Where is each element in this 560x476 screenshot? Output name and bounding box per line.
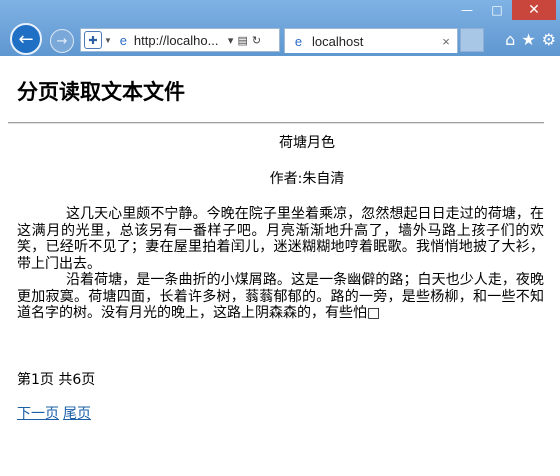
article-body: 这几天心里颇不宁静。今晚在院子里坐着乘凉，忽然想起日日走过的荷塘，在这满月的光里… <box>17 206 544 322</box>
article-author: 作者:朱自清 <box>269 171 345 187</box>
maximize-button[interactable]: □ <box>482 0 512 20</box>
paragraph: 沿着荷塘，是一条曲折的小煤屑路。这是一条幽僻的路；白天也少人走，夜晚更加寂寞。荷… <box>17 272 544 321</box>
address-bar[interactable]: ✚ ▼ e http://localho... ▾ ▤ ↻ <box>80 28 280 52</box>
close-button[interactable]: ✕ <box>512 0 556 20</box>
titlebar: — □ ✕ ← → ✚ ▼ e http://localho... ▾ ▤ ↻ … <box>0 0 560 56</box>
page-icon: e <box>119 32 128 48</box>
chevron-down-icon[interactable]: ▼ <box>104 36 112 45</box>
tab-title: localhost <box>312 33 364 49</box>
page-content: 分页读取文本文件 荷塘月色 作者:朱自清 这几天心里颇不宁静。今晚在院子里坐着乘… <box>0 56 560 476</box>
toolbar-icons: ⌂ ★ ⚙ <box>505 30 556 49</box>
forward-button[interactable]: → <box>50 29 74 53</box>
new-tab-button[interactable] <box>460 28 484 52</box>
back-arrow-icon: ← <box>18 28 34 50</box>
shield-icon[interactable]: ✚ <box>84 31 102 49</box>
minimize-button[interactable]: — <box>452 0 482 20</box>
dropdown-icon[interactable]: ▾ <box>228 34 234 47</box>
gear-icon[interactable]: ⚙ <box>542 30 556 49</box>
home-icon[interactable]: ⌂ <box>505 30 515 49</box>
pagination-info: 第1页 共6页 <box>17 372 96 388</box>
url-text[interactable]: http://localho... <box>134 33 226 48</box>
back-button[interactable]: ← <box>10 23 42 55</box>
forward-arrow-icon: → <box>56 33 68 49</box>
tab-close-icon[interactable]: × <box>437 34 455 49</box>
article-title: 荷塘月色 <box>279 135 335 151</box>
page-icon: e <box>294 33 303 49</box>
star-icon[interactable]: ★ <box>521 30 535 49</box>
refresh-icon[interactable]: ↻ <box>252 34 261 47</box>
window-controls: — □ ✕ <box>452 0 556 21</box>
address-tools: ▾ ▤ ↻ <box>228 34 261 47</box>
browser-window: — □ ✕ ← → ✚ ▼ e http://localho... ▾ ▤ ↻ … <box>0 0 560 476</box>
divider <box>8 122 544 124</box>
next-page-link[interactable]: 下一页 <box>17 406 59 422</box>
compat-view-icon[interactable]: ▤ <box>237 34 247 47</box>
page-title: 分页读取文本文件 <box>17 79 185 104</box>
paragraph: 这几天心里颇不宁静。今晚在院子里坐着乘凉，忽然想起日日走过的荷塘，在这满月的光里… <box>17 206 544 272</box>
pagination-links: 下一页 尾页 <box>17 403 95 423</box>
last-page-link[interactable]: 尾页 <box>63 406 91 422</box>
tab-localhost[interactable]: e localhost × <box>284 28 458 53</box>
